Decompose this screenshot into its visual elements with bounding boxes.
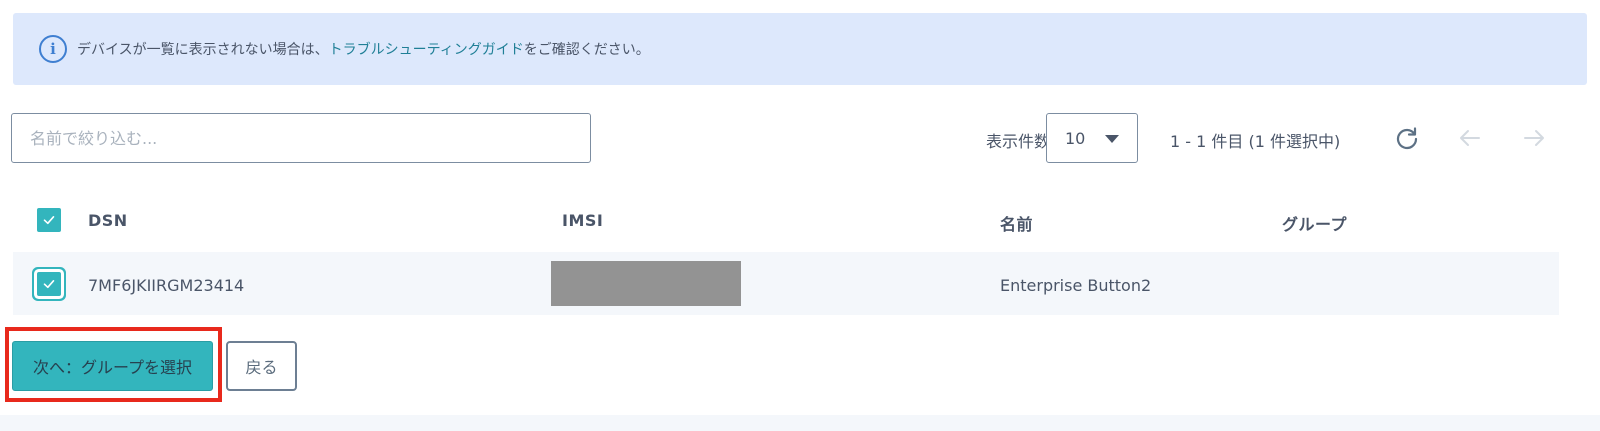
arrow-left-icon — [1460, 130, 1480, 146]
per-page-select[interactable]: 10 — [1046, 113, 1138, 163]
troubleshooting-guide-link[interactable]: トラブルシューティングガイド — [329, 42, 524, 58]
per-page-label: 表示件数 — [986, 132, 1051, 151]
chevron-down-icon — [1105, 135, 1119, 143]
info-icon: i — [39, 35, 67, 63]
check-icon — [43, 280, 55, 289]
pagination-range-text: 1 - 1 件目 (1 件選択中) — [1170, 132, 1341, 151]
column-header-imsi[interactable]: IMSI — [562, 211, 603, 230]
back-button[interactable]: 戻る — [226, 341, 297, 391]
column-header-name[interactable]: 名前 — [1000, 211, 1033, 235]
row-select-checkbox[interactable] — [37, 272, 61, 296]
refresh-button[interactable] — [1389, 120, 1425, 156]
info-text-after: をご確認ください。 — [523, 42, 650, 58]
redacted-imsi — [551, 261, 741, 306]
row-name: Enterprise Button2 — [1000, 276, 1152, 295]
next-select-group-button[interactable]: 次へ：グループを選択 — [12, 341, 213, 391]
info-message: デバイスが一覧に表示されない場合は、トラブルシューティングガイドをご確認ください… — [77, 39, 650, 59]
previous-page-button[interactable] — [1452, 120, 1488, 156]
refresh-icon — [1396, 127, 1418, 150]
table-header: DSN IMSI 名前 グループ — [13, 195, 1559, 247]
next-page-button[interactable] — [1516, 120, 1552, 156]
row-dsn: 7MF6JKIIRGM23414 — [88, 276, 245, 295]
info-text-before: デバイスが一覧に表示されない場合は、 — [77, 42, 329, 58]
column-header-dsn[interactable]: DSN — [88, 211, 128, 230]
column-header-group[interactable]: グループ — [1282, 211, 1347, 235]
name-filter-input[interactable] — [11, 113, 591, 163]
select-all-checkbox[interactable] — [37, 208, 61, 232]
check-icon — [43, 216, 55, 225]
per-page-value: 10 — [1065, 128, 1086, 148]
arrow-right-icon — [1524, 130, 1544, 146]
table-row[interactable]: 7MF6JKIIRGM23414 Enterprise Button2 — [13, 252, 1559, 315]
info-banner: i デバイスが一覧に表示されない場合は、トラブルシューティングガイドをご確認くだ… — [13, 13, 1587, 85]
footer-divider — [0, 415, 1600, 431]
